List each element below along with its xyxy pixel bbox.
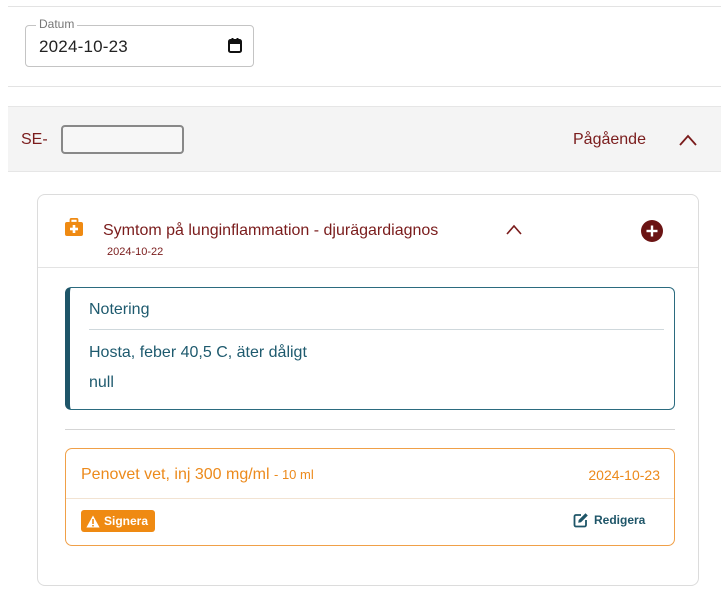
plus-circle-icon[interactable]	[641, 220, 663, 242]
warning-icon	[86, 515, 100, 527]
prescription-name: Penovet vet, inj 300 mg/ml - 10 ml	[81, 466, 314, 484]
sign-button[interactable]: Signera	[81, 510, 156, 532]
case-header[interactable]: SE- Pågående	[8, 106, 721, 172]
chevron-up-icon[interactable]	[678, 133, 698, 147]
edit-button-label: Redigera	[594, 513, 646, 527]
prescription-card: Penovet vet, inj 300 mg/ml - 10 ml 2024-…	[65, 448, 675, 546]
content-divider	[65, 429, 675, 430]
case-id-prefix: SE-	[21, 131, 48, 148]
date-field[interactable]: Datum 2024-10-23	[25, 17, 254, 67]
note-separator	[89, 329, 664, 330]
prescription-quantity: - 10 ml	[274, 467, 314, 482]
case-status: Pågående	[573, 131, 646, 148]
section-divider	[8, 86, 721, 87]
chevron-up-icon[interactable]	[506, 224, 522, 236]
prescription-drug: Penovet vet, inj 300 mg/ml	[81, 466, 270, 483]
date-field-label: Datum	[36, 17, 78, 31]
case-id-redacted	[61, 125, 184, 154]
edit-button[interactable]: Redigera	[573, 512, 645, 528]
diagnosis-title: Symtom på lunginflammation - djurägardia…	[103, 222, 439, 239]
date-field-value[interactable]: 2024-10-23	[39, 37, 128, 57]
diagnosis-divider	[38, 267, 698, 268]
note-text-secondary: null	[89, 374, 114, 391]
sign-button-label: Signera	[104, 514, 149, 528]
diagnosis-card: Symtom på lunginflammation - djurägardia…	[37, 194, 699, 586]
medical-kit-icon	[65, 218, 83, 236]
note-text: Hosta, feber 40,5 C, äter dåligt	[89, 344, 307, 361]
note-card: Notering Hosta, feber 40,5 C, äter dålig…	[65, 287, 675, 410]
prescription-date: 2024-10-23	[588, 467, 660, 483]
calendar-icon[interactable]	[227, 37, 243, 53]
diagnosis-date: 2024-10-22	[107, 246, 164, 258]
note-title: Notering	[89, 301, 150, 318]
edit-icon	[573, 513, 588, 528]
top-divider	[8, 6, 721, 7]
prescription-separator	[66, 498, 674, 499]
